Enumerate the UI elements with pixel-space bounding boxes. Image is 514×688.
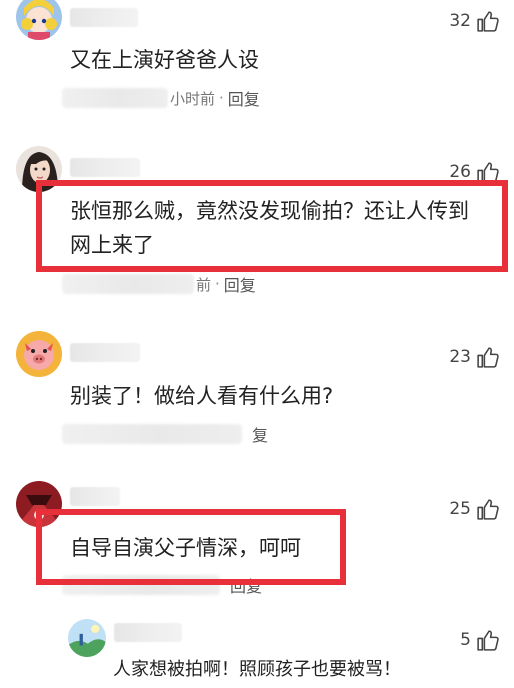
- comment-meta: 前 · 回复: [62, 271, 256, 297]
- reply-link[interactable]: 回复: [228, 86, 260, 110]
- username-redacted: [70, 8, 138, 27]
- comment-time: 小时前: [170, 89, 216, 108]
- meta-redacted: [62, 274, 194, 294]
- like-count: 32: [449, 11, 471, 31]
- comment-item: 25 自导自演父子情深，呵呵 回复: [0, 475, 514, 605]
- comment-text-line: 网上来了: [70, 233, 154, 257]
- like-button[interactable]: 5: [460, 626, 500, 654]
- reply-link[interactable]: 复: [252, 422, 268, 446]
- username-redacted: [114, 623, 182, 642]
- thumbs-up-icon: [475, 345, 500, 370]
- comment-text-line: 别装了！做给人看有什么用?: [70, 384, 334, 408]
- comment-meta: 小时前 · 回复: [62, 85, 260, 111]
- thumbs-up-icon: [475, 497, 500, 522]
- comment-text: 又在上演好爸爸人设: [70, 43, 259, 77]
- username-redacted: [70, 487, 120, 506]
- meta-redacted: [62, 88, 168, 108]
- comment-meta: 复: [62, 421, 268, 447]
- red-dark-avatar: [16, 481, 62, 527]
- like-button[interactable]: 26: [449, 158, 500, 186]
- meta-separator: ·: [219, 89, 224, 107]
- outdoor-scene-avatar: [68, 619, 106, 657]
- pig-cartoon-avatar: [16, 331, 62, 377]
- username-redacted: [70, 158, 140, 177]
- comment-item: 32 又在上演好爸爸人设 小时前 · 回复: [0, 0, 514, 120]
- like-button[interactable]: 25: [449, 495, 500, 523]
- comment-text: 自导自演父子情深，呵呵: [70, 531, 301, 565]
- thumbs-up-icon: [475, 628, 500, 653]
- caption-text: 人家想被拍啊！照顾孩子也要被骂！: [113, 659, 401, 680]
- meta-redacted: [62, 575, 220, 595]
- like-button[interactable]: 32: [449, 7, 500, 35]
- avatar[interactable]: [16, 331, 62, 377]
- comment-text: 张恒那么贼，竟然没发现偷拍？还让人传到 网上来了: [70, 194, 469, 262]
- like-count: 5: [460, 630, 471, 650]
- like-count: 26: [449, 162, 471, 182]
- avatar[interactable]: [16, 481, 62, 527]
- comment-meta: 回复: [62, 572, 262, 598]
- avatar[interactable]: [68, 619, 106, 657]
- comment-time: 前: [196, 275, 212, 294]
- woman-photo-avatar: [16, 146, 62, 192]
- comment-text-line: 又在上演好爸爸人设: [70, 48, 259, 72]
- meta-redacted: [62, 424, 242, 444]
- comment-item: 26 张恒那么贼，竟然没发现偷拍？还让人传到 网上来了 前 · 回复: [0, 140, 514, 305]
- comment-text-line: 自导自演父子情深，呵呵: [70, 536, 301, 560]
- comment-text: 别装了！做给人看有什么用?: [70, 379, 333, 413]
- reply-link[interactable]: 回复: [224, 272, 256, 296]
- reply-link[interactable]: 回复: [230, 573, 262, 597]
- thumbs-up-icon: [475, 9, 500, 34]
- avatar[interactable]: [16, 146, 62, 192]
- cartoon-girl-avatar: [16, 0, 62, 40]
- avatar[interactable]: [16, 0, 62, 40]
- comment-item: 23 别装了！做给人看有什么用? 复: [0, 325, 514, 475]
- like-button[interactable]: 23: [449, 343, 500, 371]
- comment-feed: 32 又在上演好爸爸人设 小时前 · 回复 26 张恒那么贼，竟然没发现偷拍？还…: [0, 0, 514, 688]
- thumbs-up-icon: [475, 160, 500, 185]
- like-count: 23: [449, 347, 471, 367]
- username-redacted: [70, 343, 140, 362]
- comment-text-line: 张恒那么贼，竟然没发现偷拍？还让人传到: [70, 199, 469, 223]
- meta-separator: ·: [215, 275, 220, 293]
- like-count: 25: [449, 499, 471, 519]
